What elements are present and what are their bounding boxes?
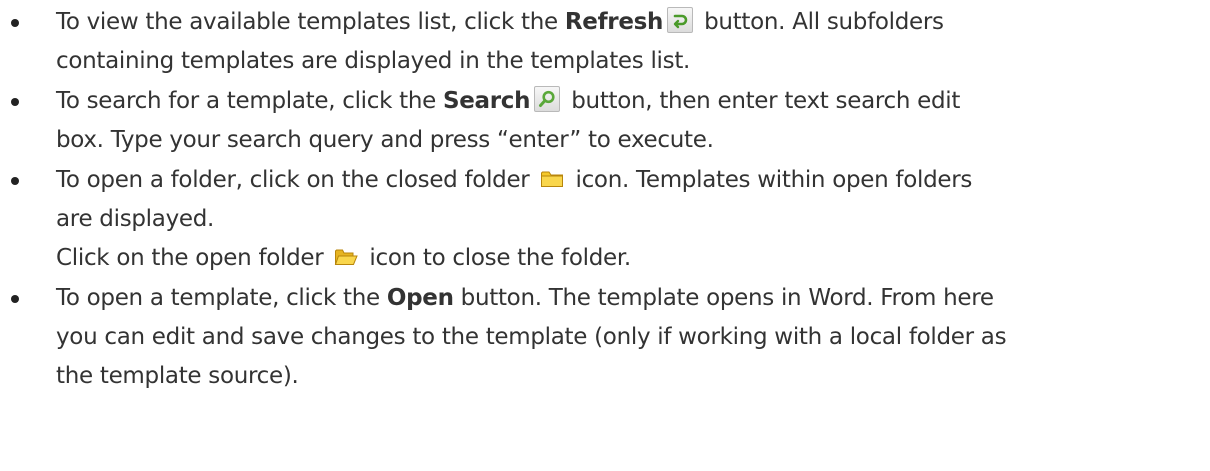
bullet-icon bbox=[11, 295, 19, 303]
text-line: To open a template, click the Open butto… bbox=[56, 285, 994, 311]
instructions-list: To view the available templates list, cl… bbox=[0, 3, 1210, 396]
search-icon bbox=[534, 85, 561, 112]
text-line: box. Type your search query and press “e… bbox=[56, 127, 714, 153]
open-folder-icon bbox=[334, 246, 359, 268]
text-line: To open a folder, click on the closed fo… bbox=[56, 167, 973, 193]
list-item-open: To open a template, click the Open butto… bbox=[0, 279, 1210, 396]
list-item-search: To search for a template, click the Sear… bbox=[0, 82, 1210, 160]
text-line: you can edit and save changes to the tem… bbox=[56, 324, 1007, 350]
text-line: are displayed. bbox=[56, 206, 215, 232]
text-line: the template source). bbox=[56, 363, 299, 389]
text-line: To view the available templates list, cl… bbox=[56, 3, 1190, 42]
closed-folder-icon bbox=[540, 168, 564, 190]
text-line: containing templates are displayed in th… bbox=[56, 48, 691, 74]
refresh-label: Refresh bbox=[564, 9, 664, 35]
bullet-icon bbox=[11, 19, 19, 27]
bullet-icon bbox=[11, 177, 19, 185]
text-line: Click on the open folder icon to close t… bbox=[56, 245, 631, 271]
text-line: To search for a template, click the Sear… bbox=[56, 82, 1190, 121]
list-item-folder: To open a folder, click on the closed fo… bbox=[0, 161, 1210, 278]
help-document: To view the available templates list, cl… bbox=[0, 0, 1210, 471]
list-item-refresh: To view the available templates list, cl… bbox=[0, 3, 1210, 81]
refresh-icon bbox=[667, 6, 694, 33]
bullet-icon bbox=[11, 98, 19, 106]
open-label: Open bbox=[386, 285, 454, 311]
search-label: Search bbox=[442, 88, 531, 114]
